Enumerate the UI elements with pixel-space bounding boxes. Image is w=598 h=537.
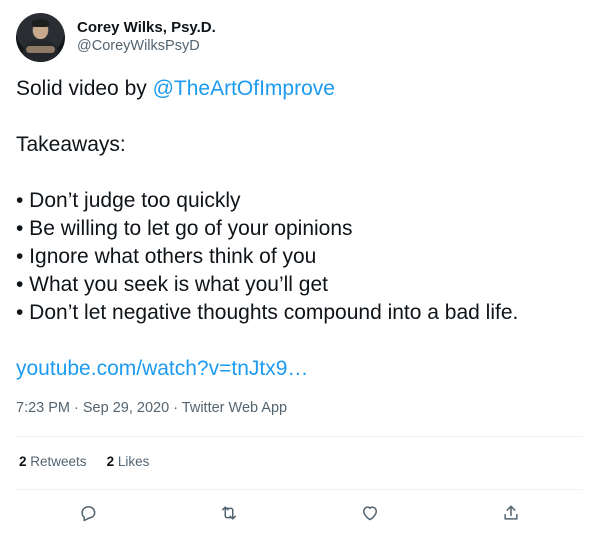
likes-label: Likes	[117, 454, 150, 469]
meta-separator: ·	[169, 400, 182, 416]
retweets-count: 2	[19, 454, 27, 469]
mention-link[interactable]: @TheArtOfImprove	[153, 77, 335, 100]
bullet-item: • Don’t let negative thoughts compound i…	[16, 301, 519, 324]
tweet-stats: 2 Retweets 2 Likes	[19, 454, 149, 469]
bullet-item: • Don’t judge too quickly	[16, 189, 241, 212]
retweet-button[interactable]	[217, 501, 241, 525]
retweet-icon	[222, 506, 236, 520]
meta-separator: ·	[70, 400, 83, 416]
like-button[interactable]	[358, 501, 382, 525]
bullet-item: • Ignore what others think of you	[16, 245, 317, 268]
tweet-source[interactable]: Twitter Web App	[182, 400, 287, 416]
tweet-time[interactable]: 7:23 PM	[16, 400, 70, 416]
likes-count: 2	[106, 454, 115, 469]
tweet-meta: 7:23 PM · Sep 29, 2020 · Twitter Web App	[16, 400, 287, 416]
bullet-item: • Be willing to let go of your opinions	[16, 217, 353, 240]
tweet-header: Corey Wilks, Psy.D. @CoreyWilksPsyD	[16, 12, 216, 62]
author-names: Corey Wilks, Psy.D. @CoreyWilksPsyD	[77, 18, 216, 56]
author-display-name[interactable]: Corey Wilks, Psy.D.	[77, 18, 216, 37]
divider	[16, 489, 582, 490]
takeaways-heading: Takeaways:	[16, 133, 126, 156]
avatar-arm-shape	[26, 45, 55, 53]
retweets-stat[interactable]: 2 Retweets	[19, 454, 87, 469]
intro-text: Solid video by	[16, 77, 153, 100]
tweet-card: Corey Wilks, Psy.D. @CoreyWilksPsyD Soli…	[0, 0, 598, 537]
tweet-body: Solid video by @TheArtOfImprove Takeaway…	[16, 75, 586, 383]
intro-line: Solid video by @TheArtOfImprove	[16, 75, 586, 103]
retweets-label: Retweets	[30, 454, 87, 469]
reply-icon	[81, 506, 96, 522]
bullet-item: • What you seek is what you’ll get	[16, 273, 328, 296]
likes-stat[interactable]: 2 Likes	[107, 454, 150, 469]
share-icon	[504, 505, 518, 520]
youtube-link[interactable]: youtube.com/watch?v=tnJtx9…	[16, 355, 586, 383]
share-button[interactable]	[499, 501, 523, 525]
author-handle[interactable]: @CoreyWilksPsyD	[77, 37, 216, 56]
tweet-date[interactable]: Sep 29, 2020	[83, 400, 169, 416]
avatar[interactable]	[16, 12, 65, 62]
heart-icon	[363, 506, 377, 521]
reply-button[interactable]	[76, 501, 100, 525]
action-bar	[16, 499, 582, 527]
divider	[16, 436, 582, 437]
avatar-hair-shape	[32, 18, 49, 27]
